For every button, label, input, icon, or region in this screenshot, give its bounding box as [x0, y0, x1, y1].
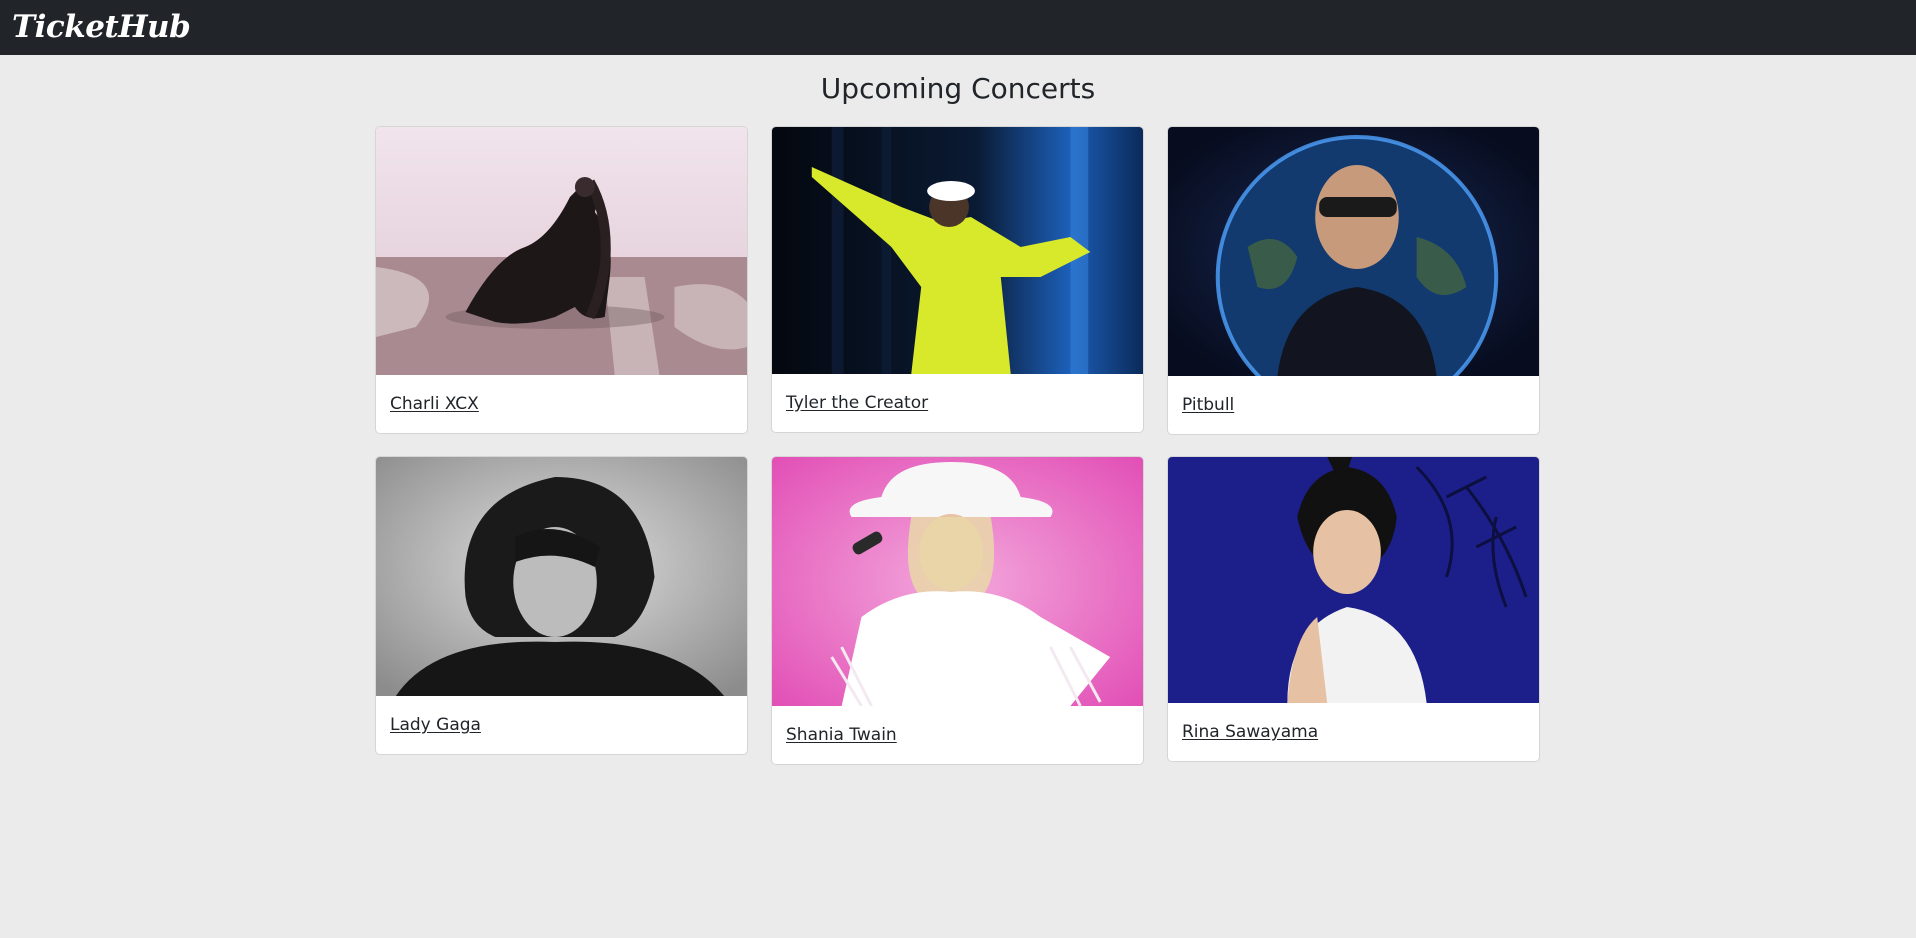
page-title: Upcoming Concerts [820, 72, 1096, 105]
concert-card-charli-xcx[interactable]: Charli XCX [375, 126, 748, 434]
concert-card-body: Lady Gaga [376, 696, 747, 754]
concert-image-lady-gaga[interactable] [376, 457, 747, 696]
concert-link-shania-twain[interactable]: Shania Twain [786, 725, 897, 745]
concert-image-shania-twain[interactable] [772, 457, 1143, 706]
concert-card-shania-twain[interactable]: Shania Twain [771, 456, 1144, 765]
concert-card-body: Pitbull [1168, 376, 1539, 434]
concert-card-rina-sawayama[interactable]: Rina Sawayama [1167, 456, 1540, 762]
concert-card-body: Shania Twain [772, 706, 1143, 764]
concert-image-charli-xcx[interactable] [376, 127, 747, 375]
concert-link-pitbull[interactable]: Pitbull [1182, 395, 1234, 415]
concert-card-body: Charli XCX [376, 375, 747, 433]
concert-link-rina-sawayama[interactable]: Rina Sawayama [1182, 722, 1318, 742]
concert-link-lady-gaga[interactable]: Lady Gaga [390, 715, 481, 735]
concert-card-pitbull[interactable]: Pitbull [1167, 126, 1540, 435]
concert-image-rina-sawayama[interactable] [1168, 457, 1539, 703]
concert-image-tyler-the-creator[interactable] [772, 127, 1143, 374]
top-navbar: TicketHub [0, 0, 1916, 55]
concert-card-body: Rina Sawayama [1168, 703, 1539, 761]
concert-card-body: Tyler the Creator [772, 374, 1143, 432]
concert-link-charli-xcx[interactable]: Charli XCX [390, 394, 479, 414]
concert-card-tyler-the-creator[interactable]: Tyler the Creator [771, 126, 1144, 433]
concert-image-pitbull[interactable] [1168, 127, 1539, 376]
brand-logo-link[interactable]: TicketHub [12, 8, 191, 46]
concert-card-lady-gaga[interactable]: Lady Gaga [375, 456, 748, 755]
concert-link-tyler-the-creator[interactable]: Tyler the Creator [786, 393, 928, 413]
